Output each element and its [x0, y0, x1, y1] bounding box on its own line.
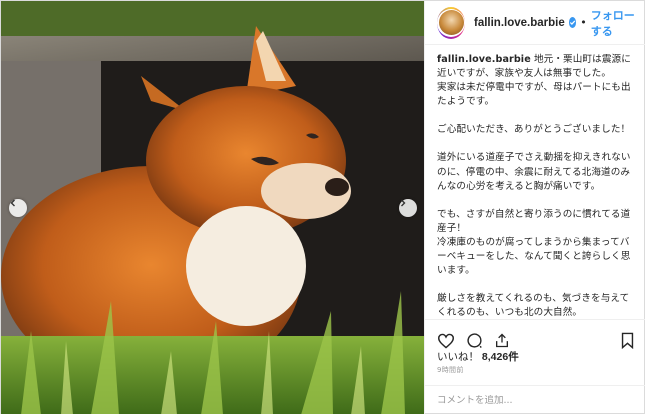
- previous-photo-button[interactable]: [9, 199, 27, 217]
- avatar[interactable]: [437, 6, 465, 39]
- likes-number: 8,426件: [481, 351, 519, 363]
- caption-paragraph: 道外にいる道産子でさえ動揺を抑えきれないのに、停電の中、余震に耐えてる北海道のみ…: [437, 152, 631, 192]
- avatar-image: [438, 10, 464, 35]
- post-photo[interactable]: [1, 1, 424, 414]
- share-button[interactable]: [494, 332, 510, 349]
- heart-icon: [437, 333, 455, 349]
- likes-count[interactable]: いいね！ 8,426件: [437, 349, 519, 364]
- header-username[interactable]: fallin.love.barbie: [474, 17, 565, 29]
- bookmark-icon: [621, 332, 634, 349]
- post-time[interactable]: 9時間前: [437, 365, 464, 375]
- caption-paragraph: ご心配いただき、ありがとうございました！: [437, 124, 631, 136]
- follow-button[interactable]: フォローする: [591, 7, 636, 39]
- post-sidebar: fallin.love.barbie • フォローする fallin.love.…: [424, 1, 645, 414]
- post-caption: fallin.love.barbie 地元・栗山町は震源に近いですが、家族や友人…: [425, 53, 645, 317]
- instagram-post: fallin.love.barbie • フォローする fallin.love.…: [0, 0, 645, 414]
- comment-icon: [467, 333, 482, 349]
- comment-input[interactable]: [437, 395, 627, 406]
- comment-bar: [425, 385, 645, 414]
- save-button[interactable]: [620, 332, 635, 349]
- caption-username[interactable]: fallin.love.barbie: [437, 54, 531, 65]
- post-header: fallin.love.barbie • フォローする: [425, 1, 645, 45]
- fox-photo: [1, 1, 424, 414]
- verified-badge-icon: [568, 17, 577, 28]
- comment-button[interactable]: [466, 332, 483, 349]
- like-button[interactable]: [437, 333, 455, 349]
- next-photo-button[interactable]: [399, 199, 417, 217]
- chevron-left-icon: [10, 199, 15, 207]
- chevron-right-icon: [401, 199, 406, 207]
- separator-dot: •: [580, 16, 587, 29]
- caption-paragraph: 厳しさを教えてくれるのも、気づきを与えてくれるのも、いつも北の大自然。: [437, 293, 630, 317]
- share-icon: [496, 333, 508, 348]
- action-bar: [425, 319, 645, 353]
- caption-paragraph: でも、さすが自然と寄り添うのに慣れてる道産子！ 冷凍庫のものが腐ってしまうから集…: [437, 208, 631, 277]
- likes-prefix: いいね！: [437, 351, 479, 363]
